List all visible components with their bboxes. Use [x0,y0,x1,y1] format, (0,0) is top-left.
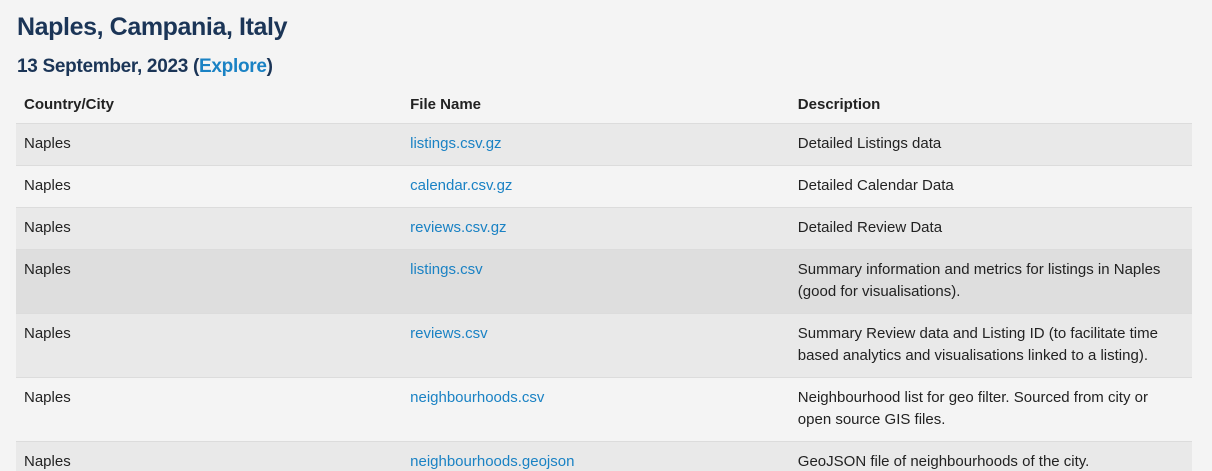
date-heading: 13 September, 2023 (Explore) [17,54,273,80]
date-text: 13 September, 2023 [17,56,188,77]
city-title: Naples, Campania, Italy [17,13,288,41]
city-cell: Naples [16,313,403,378]
description-cell: Detailed Listings data [789,123,1192,166]
file-cell: neighbourhoods.csv [402,377,790,442]
file-link[interactable]: listings.csv [410,261,483,278]
table-row: Naples neighbourhoods.csv Neighbourhood … [16,377,1192,442]
description-cell: Detailed Review Data [789,207,1192,250]
file-link[interactable]: listings.csv.gz [410,135,501,152]
page: Naples, Campania, Italy 13 September, 20… [0,0,1212,471]
city-cell: Naples [16,207,403,250]
file-link[interactable]: neighbourhoods.geojson [410,453,574,470]
description-cell: GeoJSON file of neighbourhoods of the ci… [789,441,1192,471]
description-cell: Neighbourhood list for geo filter. Sourc… [789,377,1192,442]
description-cell: Summary Review data and Listing ID (to f… [789,313,1192,378]
close-paren: ) [266,56,273,77]
file-cell: reviews.csv.gz [402,207,790,250]
file-cell: calendar.csv.gz [402,165,790,208]
file-cell: reviews.csv [402,313,790,378]
column-header-file: File Name [402,86,790,124]
city-cell: Naples [16,249,403,314]
file-link[interactable]: calendar.csv.gz [410,177,512,194]
explore-link[interactable]: Explore [199,56,267,77]
file-cell: listings.csv [402,249,790,314]
city-cell: Naples [16,123,403,166]
file-link[interactable]: reviews.csv [410,325,488,342]
city-cell: Naples [16,377,403,442]
file-link[interactable]: neighbourhoods.csv [410,389,544,406]
file-cell: listings.csv.gz [402,123,790,166]
table-row: Naples listings.csv.gz Detailed Listings… [16,123,1192,166]
file-link[interactable]: reviews.csv.gz [410,219,506,236]
description-cell: Detailed Calendar Data [789,165,1192,208]
table-row: Naples neighbourhoods.geojson GeoJSON fi… [16,441,1192,471]
table-row: Naples calendar.csv.gz Detailed Calendar… [16,165,1192,208]
table-row: Naples listings.csv Summary information … [16,249,1192,314]
table-row: Naples reviews.csv Summary Review data a… [16,313,1192,378]
table-header-row: Country/City File Name Description [16,86,1192,124]
description-cell: Summary information and metrics for list… [789,249,1192,314]
city-cell: Naples [16,165,403,208]
table-row: Naples reviews.csv.gz Detailed Review Da… [16,207,1192,250]
column-header-description: Description [789,86,1192,124]
city-cell: Naples [16,441,403,471]
file-cell: neighbourhoods.geojson [402,441,790,471]
files-table: Country/City File Name Description Naple… [16,86,1192,471]
column-header-city: Country/City [16,86,403,124]
